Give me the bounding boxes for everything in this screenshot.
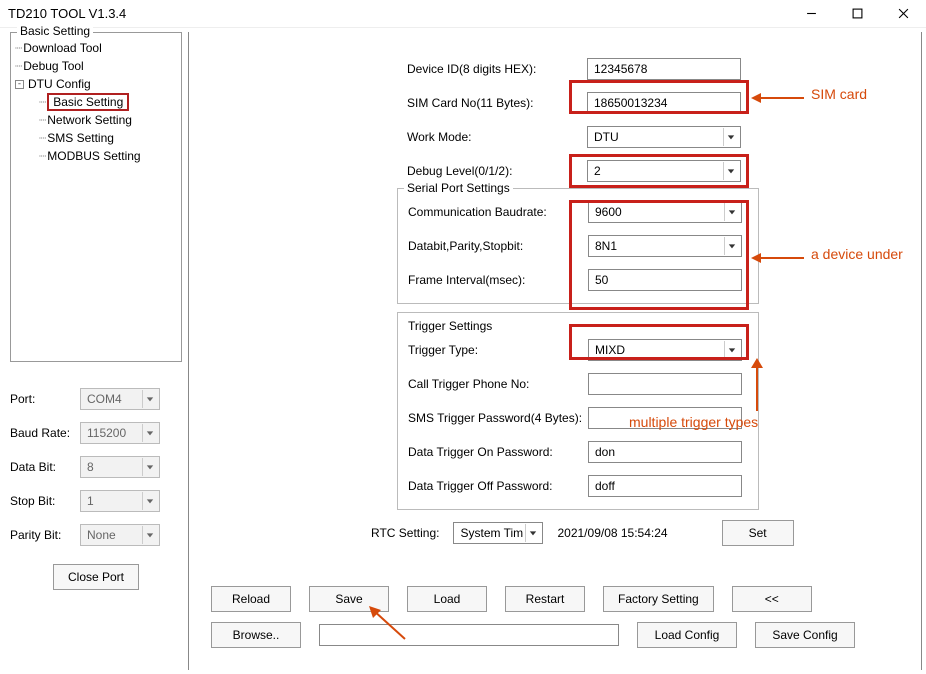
stopbit-label: Stop Bit: — [10, 494, 80, 508]
chevron-down-icon — [724, 341, 739, 359]
chevron-down-icon — [723, 128, 738, 146]
workmode-select[interactable]: DTU — [587, 126, 741, 148]
tree-item-debug-tool[interactable]: ┈Debug Tool — [15, 57, 177, 75]
trigger-smspw-label: SMS Trigger Password(4 Bytes): — [408, 411, 588, 425]
chevron-down-icon — [723, 162, 738, 180]
trigger-legend: Trigger Settings — [408, 319, 492, 333]
trigger-type-select[interactable]: MIXD — [588, 339, 742, 361]
stopbit-row: Stop Bit: 1 — [10, 484, 182, 518]
factory-button[interactable]: Factory Setting — [603, 586, 714, 612]
debug-label: Debug Level(0/1/2): — [407, 164, 587, 178]
nav-tree: Basic Setting ┈Download Tool ┈Debug Tool… — [10, 32, 182, 362]
frame-label: Frame Interval(msec): — [408, 273, 588, 287]
annot-device: a device under — [811, 246, 903, 262]
comm-baud-label: Communication Baudrate: — [408, 205, 588, 219]
tree-item-dtu-config[interactable]: -DTU Config — [15, 75, 177, 93]
trigger-phone-label: Call Trigger Phone No: — [408, 377, 588, 391]
tree-item-download-tool[interactable]: ┈Download Tool — [15, 39, 177, 57]
frame-input[interactable] — [588, 269, 742, 291]
baud-row: Baud Rate: 115200 — [10, 416, 182, 450]
chevron-down-icon — [724, 237, 739, 255]
chevron-down-icon — [142, 526, 157, 544]
tree-item-network-setting[interactable]: ┈Network Setting — [15, 111, 177, 129]
minimize-button[interactable] — [788, 0, 834, 28]
rtc-set-button[interactable]: Set — [722, 520, 794, 546]
serial-fieldset: Serial Port Settings Communication Baudr… — [397, 188, 759, 304]
port-label: Port: — [10, 392, 80, 406]
annot-trigger: multiple trigger types — [629, 414, 758, 430]
back-button[interactable]: << — [732, 586, 812, 612]
parity-select[interactable]: None — [80, 524, 160, 546]
chevron-down-icon — [142, 424, 157, 442]
annot-sim: SIM card — [811, 86, 867, 102]
device-id-input[interactable] — [587, 58, 741, 80]
chevron-down-icon — [724, 203, 739, 221]
tree-item-modbus-setting[interactable]: ┈MODBUS Setting — [15, 147, 177, 165]
trigger-off-input[interactable] — [588, 475, 742, 497]
load-config-button[interactable]: Load Config — [637, 622, 737, 648]
rtc-label: RTC Setting: — [371, 526, 439, 540]
trigger-fieldset: Trigger Settings Trigger Type: MIXD Call… — [397, 312, 759, 510]
baud-label: Baud Rate: — [10, 426, 80, 440]
port-select[interactable]: COM4 — [80, 388, 160, 410]
settings-panel: Device ID(8 digits HEX): SIM Card No(11 … — [188, 32, 922, 670]
trigger-type-label: Trigger Type: — [408, 343, 588, 357]
chevron-down-icon — [525, 524, 540, 542]
close-button[interactable] — [880, 0, 926, 28]
dps-select[interactable]: 8N1 — [588, 235, 742, 257]
tree-item-sms-setting[interactable]: ┈SMS Setting — [15, 129, 177, 147]
save-button[interactable]: Save — [309, 586, 389, 612]
databit-label: Data Bit: — [10, 460, 80, 474]
debug-select[interactable]: 2 — [587, 160, 741, 182]
dps-label: Databit,Parity,Stopbit: — [408, 239, 588, 253]
workmode-label: Work Mode: — [407, 130, 587, 144]
port-row: Port: COM4 — [10, 382, 182, 416]
sim-input[interactable] — [587, 92, 741, 114]
close-port-button[interactable]: Close Port — [53, 564, 139, 590]
baud-select[interactable]: 115200 — [80, 422, 160, 444]
chevron-down-icon — [142, 390, 157, 408]
tree-title: Basic Setting — [17, 24, 93, 38]
trigger-on-input[interactable] — [588, 441, 742, 463]
parity-label: Parity Bit: — [10, 528, 80, 542]
reload-button[interactable]: Reload — [211, 586, 291, 612]
databit-select[interactable]: 8 — [80, 456, 160, 478]
device-id-label: Device ID(8 digits HEX): — [407, 62, 587, 76]
restart-button[interactable]: Restart — [505, 586, 585, 612]
rtc-select[interactable]: System Tim — [453, 522, 543, 544]
load-button[interactable]: Load — [407, 586, 487, 612]
chevron-down-icon — [142, 492, 157, 510]
sim-label: SIM Card No(11 Bytes): — [407, 96, 587, 110]
browse-button[interactable]: Browse.. — [211, 622, 301, 648]
config-path-input[interactable] — [319, 624, 619, 646]
trigger-off-label: Data Trigger Off Password: — [408, 479, 588, 493]
serial-legend: Serial Port Settings — [404, 181, 513, 195]
maximize-button[interactable] — [834, 0, 880, 28]
databit-row: Data Bit: 8 — [10, 450, 182, 484]
collapse-icon[interactable]: - — [15, 80, 24, 89]
trigger-on-label: Data Trigger On Password: — [408, 445, 588, 459]
tree-item-basic-setting[interactable]: ┈Basic Setting — [15, 93, 177, 111]
chevron-down-icon — [142, 458, 157, 476]
stopbit-select[interactable]: 1 — [80, 490, 160, 512]
parity-row: Parity Bit: None — [10, 518, 182, 552]
window-title: TD210 TOOL V1.3.4 — [8, 6, 126, 21]
title-bar: TD210 TOOL V1.3.4 — [0, 0, 926, 28]
rtc-timestamp: 2021/09/08 15:54:24 — [557, 526, 667, 540]
comm-baud-select[interactable]: 9600 — [588, 201, 742, 223]
save-config-button[interactable]: Save Config — [755, 622, 855, 648]
trigger-phone-input[interactable] — [588, 373, 742, 395]
